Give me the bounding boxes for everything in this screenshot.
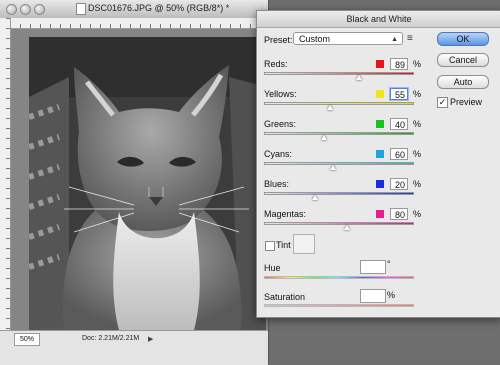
document-title: DSC01676.JPG @ 50% (RGB/8*) * — [88, 3, 230, 13]
tint-checkbox[interactable] — [265, 241, 275, 251]
blues-color-swatch — [376, 180, 384, 188]
hue-label: Hue — [264, 263, 281, 273]
reds-slider-track[interactable] — [264, 72, 414, 75]
blues-percent-sign: % — [413, 179, 422, 189]
yellows-label: Yellows: — [264, 89, 297, 99]
document-titlebar: DSC01676.JPG @ 50% (RGB/8*) * — [0, 0, 268, 19]
magentas-color-swatch — [376, 210, 384, 218]
saturation-slider[interactable] — [264, 304, 414, 307]
status-menu-arrow-icon[interactable]: ▶ — [148, 335, 153, 343]
black-and-white-dialog: Black and White Preset: Custom ▲ ≡ Reds:… — [256, 10, 500, 318]
yellows-slider-thumb[interactable] — [327, 105, 333, 110]
dialog-title: Black and White — [257, 11, 500, 28]
magentas-label: Magentas: — [264, 209, 307, 219]
ok-button[interactable]: OK — [437, 32, 489, 46]
zoom-level-field[interactable]: 50% — [14, 333, 40, 346]
auto-button[interactable]: Auto — [437, 75, 489, 89]
hue-slider[interactable] — [264, 276, 414, 279]
yellows-value-field[interactable]: 55 — [390, 88, 408, 100]
cat-photo — [29, 37, 266, 330]
minimize-window-button[interactable] — [20, 4, 31, 15]
document-status-bar: 50% Doc: 2.21M/2.21M ▶ — [0, 330, 268, 365]
saturation-field[interactable] — [360, 289, 386, 303]
cyans-value-field[interactable]: 60 — [390, 148, 408, 160]
reds-color-swatch — [376, 60, 384, 68]
yellows-slider-track[interactable] — [264, 102, 414, 105]
yellows-color-swatch — [376, 90, 384, 98]
document-info[interactable]: Doc: 2.21M/2.21M — [82, 335, 139, 342]
greens-slider-thumb[interactable] — [321, 135, 327, 140]
yellows-percent-sign: % — [413, 89, 422, 99]
reds-value-field[interactable]: 89 — [390, 58, 408, 70]
close-window-button[interactable] — [6, 4, 17, 15]
hue-field[interactable] — [360, 260, 386, 274]
canvas-area[interactable] — [11, 29, 268, 330]
reds-percent-sign: % — [413, 59, 422, 69]
cat-image — [29, 37, 266, 330]
magentas-slider-track[interactable] — [264, 222, 414, 225]
cyans-slider-thumb[interactable] — [330, 165, 336, 170]
magentas-slider-thumb[interactable] — [343, 225, 350, 230]
tint-color-swatch[interactable] — [293, 234, 315, 254]
cyans-slider-track[interactable] — [264, 162, 414, 165]
cyans-label: Cyans: — [264, 149, 293, 159]
greens-slider-track[interactable] — [264, 132, 414, 135]
blues-slider-track[interactable] — [264, 192, 414, 195]
greens-color-swatch — [376, 120, 384, 128]
preset-dropdown[interactable]: Custom ▲ — [293, 32, 403, 45]
horizontal-ruler[interactable] — [10, 18, 268, 29]
document-window: DSC01676.JPG @ 50% (RGB/8*) * 50% Doc: 2… — [0, 0, 269, 365]
blues-label: Blues: — [264, 179, 290, 189]
cancel-button[interactable]: Cancel — [437, 53, 489, 67]
hue-unit: ° — [387, 259, 391, 269]
vertical-ruler[interactable] — [0, 18, 11, 330]
magentas-percent-sign: % — [413, 209, 422, 219]
preview-label: Preview — [450, 97, 483, 107]
greens-label: Greens: — [264, 119, 297, 129]
reds-slider-thumb[interactable] — [355, 75, 362, 80]
preset-value: Custom — [299, 34, 331, 44]
magentas-value-field[interactable]: 80 — [390, 208, 408, 220]
tint-label: Tint — [276, 240, 291, 250]
blues-slider-thumb[interactable] — [312, 195, 318, 200]
greens-percent-sign: % — [413, 119, 422, 129]
zoom-window-button[interactable] — [34, 4, 45, 15]
chevron-down-icon: ▲ — [391, 36, 398, 43]
checkmark-icon: ✓ — [438, 97, 447, 107]
cyans-color-swatch — [376, 150, 384, 158]
saturation-unit: % — [387, 290, 396, 300]
saturation-label: Saturation — [264, 292, 306, 302]
preset-options-menu-icon[interactable]: ≡ — [407, 33, 413, 44]
document-icon — [76, 3, 86, 15]
cyans-percent-sign: % — [413, 149, 422, 159]
preset-label: Preset: — [264, 35, 293, 45]
preview-checkbox[interactable]: ✓ — [437, 97, 448, 108]
greens-value-field[interactable]: 40 — [390, 118, 408, 130]
reds-label: Reds: — [264, 59, 288, 69]
blues-value-field[interactable]: 20 — [390, 178, 408, 190]
